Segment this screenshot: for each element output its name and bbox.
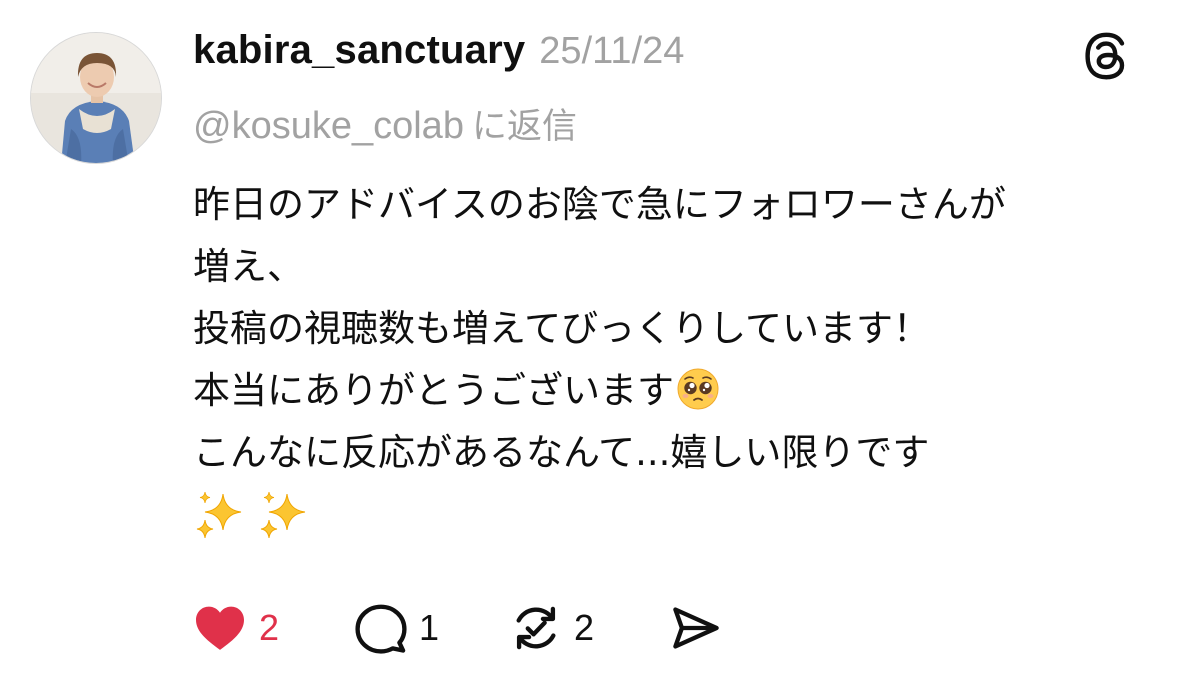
username[interactable]: kabira_sanctuary [193,28,525,73]
post-text-line: 昨日のアドバイスのお陰で急にフォロワーさんが [193,183,1006,226]
send-icon [670,602,722,654]
like-count: 2 [259,607,280,648]
post-text-line: 増え、 [193,245,304,288]
post-text-line: 本当にありがとうございます [193,369,674,412]
post-text-line: こんなに反応があるなんて...嬉しい限りです [193,431,930,474]
post-body: 昨日のアドバイスのお陰で急にフォロワーさんが 増え、 投稿の視聴数も増えてびっく… [193,174,1153,546]
comment-icon [355,602,407,654]
action-bar: 2 1 2 [193,598,722,658]
reply-suffix: に返信 [471,107,577,147]
sparkles-emoji-icon [257,488,311,542]
timestamp: 25/11/24 [539,30,685,72]
post-text-line: 投稿の視聴数も増えてびっくりしています！ [193,307,931,350]
reply-context: @kosuke_colab に返信 [193,98,577,149]
sparkles-emoji-icon [193,488,247,542]
pleading-face-emoji-icon [676,367,720,411]
comment-button[interactable]: 1 [355,598,510,658]
post-text-line-with-emoji: 本当にありがとうございます [193,360,1153,422]
heart-icon [193,604,247,652]
post-header: kabira_sanctuary 25/11/24 [193,28,684,80]
sparkles-emoji-row [193,484,1153,546]
reply-to-handle[interactable]: @kosuke_colab [193,105,464,148]
share-button[interactable] [670,598,722,658]
avatar[interactable] [30,32,162,164]
repost-count: 2 [574,607,595,648]
repost-button[interactable]: 2 [510,598,670,658]
threads-logo-icon [1082,32,1130,80]
comment-count: 1 [419,607,440,648]
repost-icon [510,602,562,654]
like-button[interactable]: 2 [193,598,355,658]
